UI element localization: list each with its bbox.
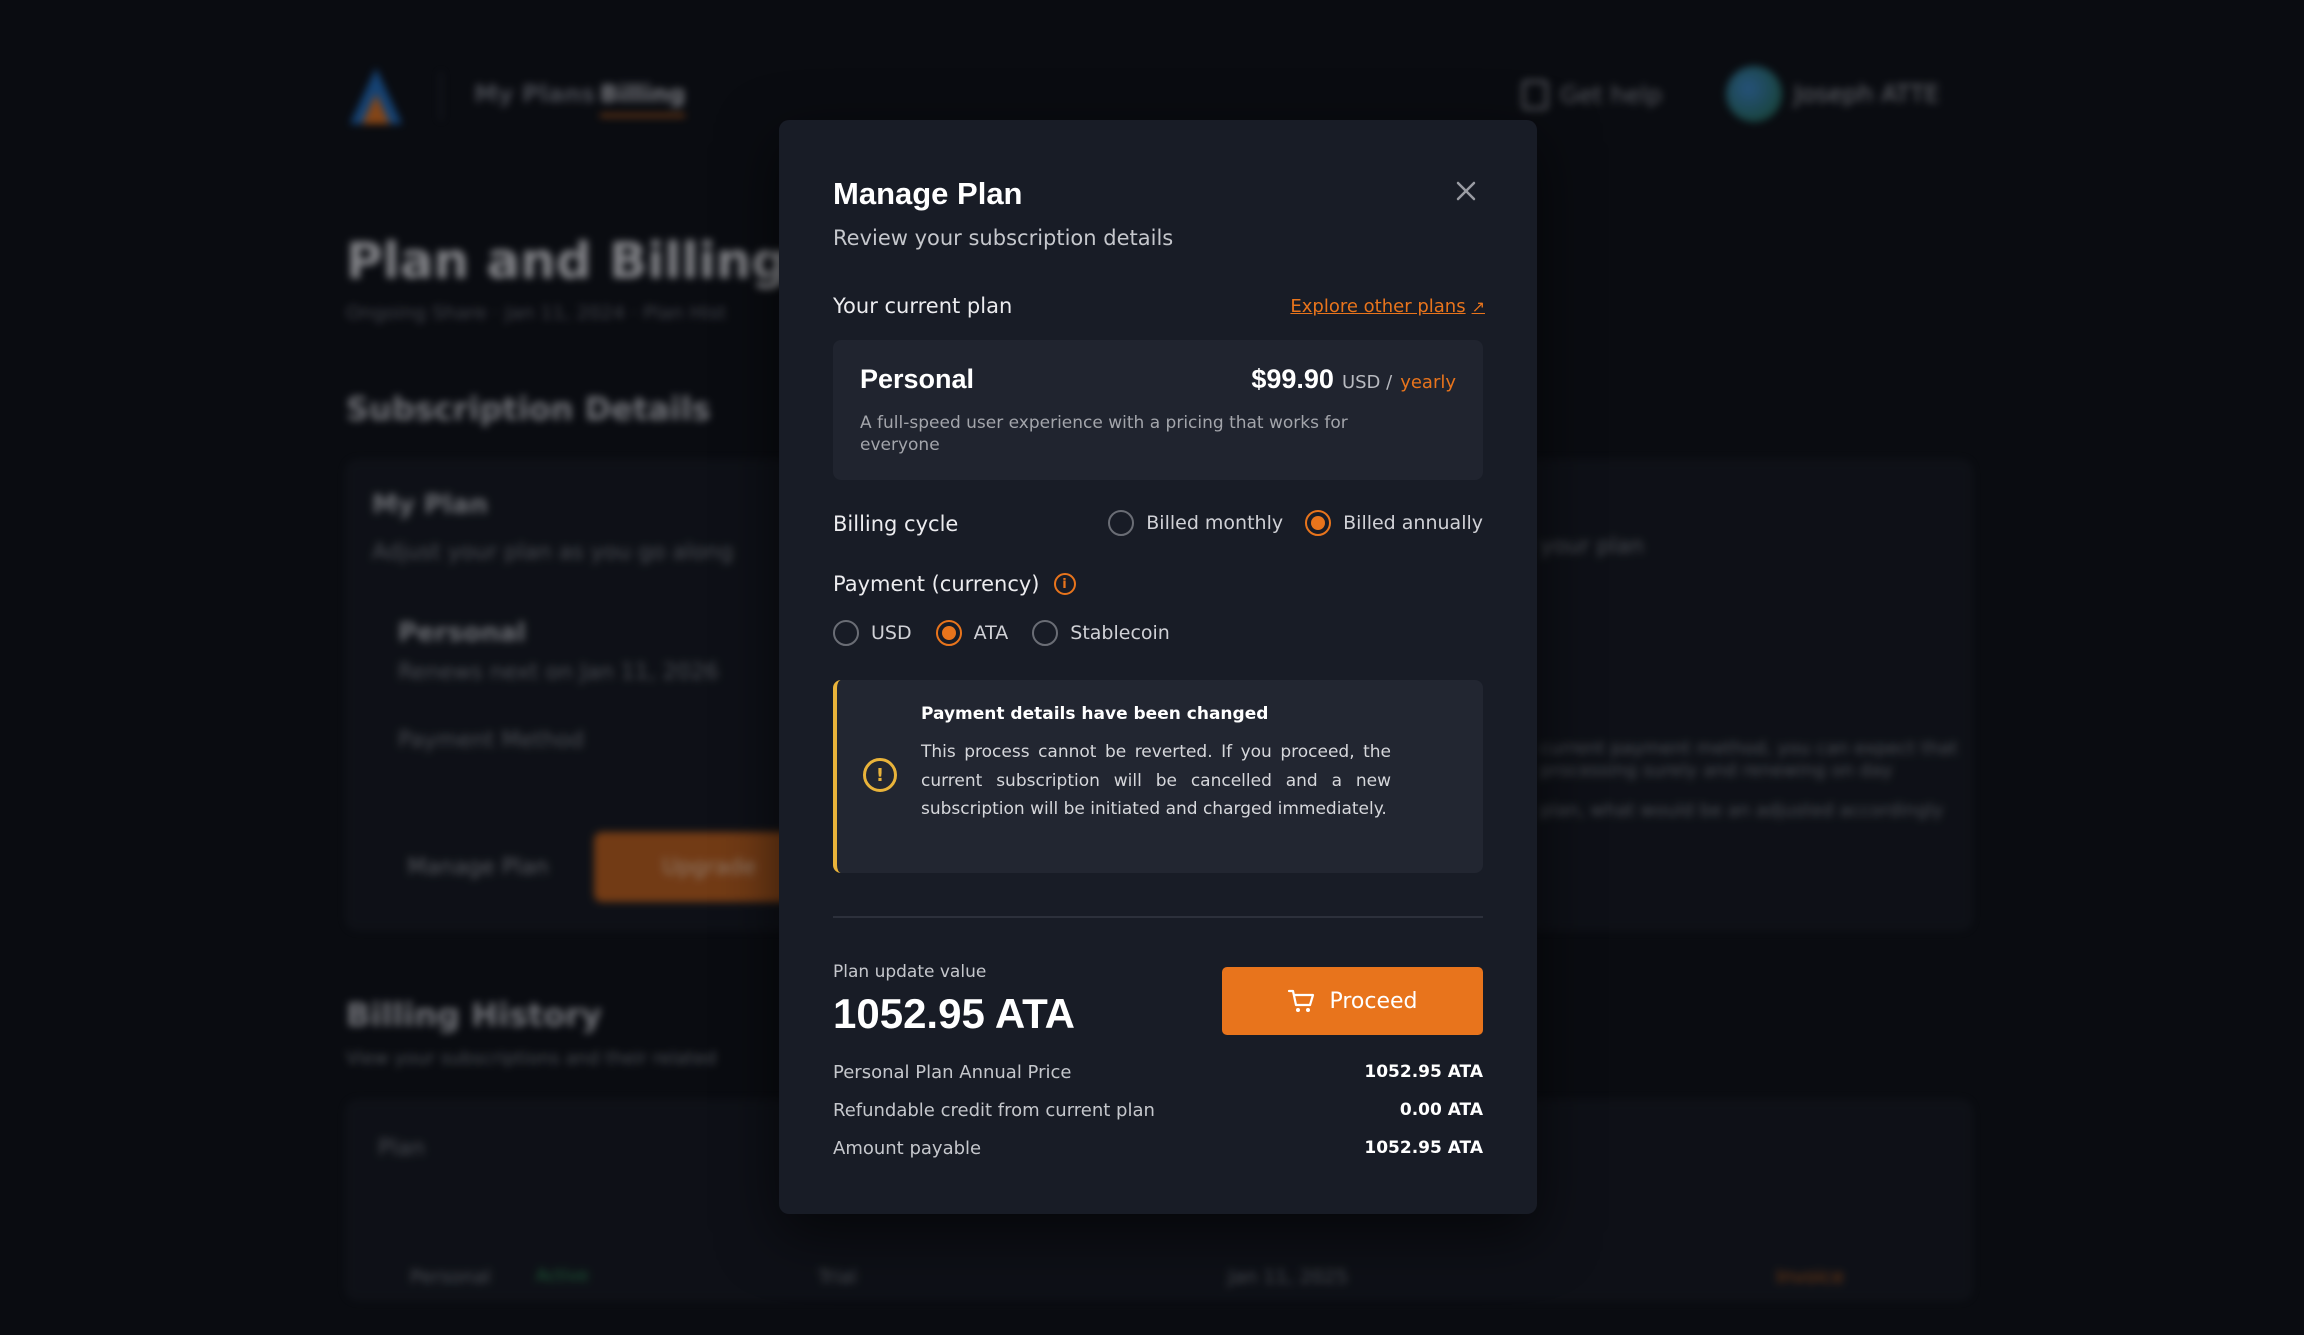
proceed-label: Proceed xyxy=(1329,988,1418,1014)
summary-row-annual-price: Personal Plan Annual Price 1052.95 ATA xyxy=(833,1062,1483,1083)
warning-icon: ! xyxy=(863,758,897,792)
get-help-link[interactable]: Get help xyxy=(1522,80,1662,110)
radio-selected-icon xyxy=(935,620,962,646)
billing-history-subtitle: View your subscriptions and their relate… xyxy=(346,1048,717,1069)
bg-plan-renew: Renews next on Jan 11, 2026 xyxy=(398,660,719,685)
cart-icon xyxy=(1288,989,1315,1012)
nav-link-my-plans[interactable]: My Plans xyxy=(474,80,595,108)
bg-plan-name: Personal xyxy=(398,618,526,648)
my-plan-title: My Plan xyxy=(372,490,488,520)
bg-payment-method: Payment Method xyxy=(398,728,584,753)
payment-currency-label: Payment (currency) xyxy=(833,572,1040,596)
plan-name: Personal xyxy=(860,364,975,394)
summary-label: Amount payable xyxy=(833,1138,982,1159)
modal-subtitle: Review your subscription details xyxy=(833,226,1174,250)
external-arrow-icon: ↗ xyxy=(1471,297,1485,316)
table-header-plan: Plan xyxy=(378,1136,425,1161)
current-plan-label: Your current plan xyxy=(833,294,1013,318)
radio-label: ATA xyxy=(973,622,1009,644)
summary-value: 0.00 ATA xyxy=(1399,1100,1483,1120)
explore-other-plans-link[interactable]: Explore other plans ↗ xyxy=(1290,296,1485,317)
radio-billed-annually[interactable]: Billed annually xyxy=(1305,510,1483,536)
table-cell-plan: Personal xyxy=(410,1266,491,1288)
divider xyxy=(833,916,1483,918)
modal-title: Manage Plan xyxy=(833,176,1023,211)
table-cell-invoice-link[interactable]: Invoice xyxy=(1776,1266,1844,1288)
explore-link-label: Explore other plans xyxy=(1290,296,1466,317)
radio-unselected-icon xyxy=(1032,620,1059,646)
radio-selected-icon xyxy=(1305,510,1332,536)
table-cell-type: Trial xyxy=(818,1266,857,1288)
summary-value: 1052.95 ATA xyxy=(1364,1062,1483,1082)
plan-price-period: yearly xyxy=(1400,372,1456,393)
subscription-heading: Subscription Details xyxy=(346,390,711,428)
bg-right-text-3: plan, what would be an adjusted accordin… xyxy=(1540,800,1944,821)
alert-title: Payment details have been changed xyxy=(921,704,1269,724)
nav-divider xyxy=(440,72,442,120)
my-plan-subtitle: Adjust your plan as you go along xyxy=(372,540,734,565)
radio-unselected-icon xyxy=(833,620,859,646)
alert-body: This process cannot be reverted. If you … xyxy=(921,742,1391,819)
status-badge: Active xyxy=(536,1266,589,1286)
billing-cycle-label: Billing cycle xyxy=(833,512,959,536)
summary-value: 1052.95 ATA xyxy=(1364,1138,1483,1158)
radio-billed-monthly[interactable]: Billed monthly xyxy=(1108,510,1283,536)
page-title: Plan and Billing xyxy=(346,232,788,290)
manage-plan-modal: Manage Plan Review your subscription det… xyxy=(779,120,1537,1214)
bg-right-note: your plan xyxy=(1540,534,1644,559)
app-logo-icon xyxy=(350,68,402,124)
currency-options: USD ATA Stablecoin xyxy=(833,620,1170,646)
radio-currency-stablecoin[interactable]: Stablecoin xyxy=(1032,620,1170,646)
radio-label: Billed annually xyxy=(1343,512,1483,534)
info-icon[interactable]: i xyxy=(1053,573,1076,595)
plan-update-label: Plan update value xyxy=(833,962,987,982)
payment-change-alert: ! Payment details have been changed This… xyxy=(833,680,1483,873)
radio-currency-ata[interactable]: ATA xyxy=(935,620,1009,646)
plan-price-amount: $99.90 xyxy=(1251,364,1334,394)
summary-row-amount-payable: Amount payable 1052.95 ATA xyxy=(833,1138,1483,1159)
user-menu[interactable]: Joseph ATTE xyxy=(1794,80,1940,108)
plan-description: A full-speed user experience with a pric… xyxy=(860,413,1348,455)
radio-currency-usd[interactable]: USD xyxy=(833,620,912,646)
table-cell-date: Jan 11, 2025 xyxy=(1228,1266,1348,1288)
document-icon xyxy=(1522,80,1548,110)
plan-price: $99.90 USD / yearly xyxy=(1251,364,1456,395)
bg-manage-plan-button[interactable]: Manage Plan xyxy=(398,832,558,902)
bg-right-text-2: processing surely and renewing on day xyxy=(1540,760,1893,781)
plan-price-currency: USD / xyxy=(1341,372,1393,393)
nav-link-billing[interactable]: Billing xyxy=(600,80,686,117)
radio-label: Stablecoin xyxy=(1070,622,1170,644)
radio-unselected-icon xyxy=(1108,510,1135,536)
radio-label: USD xyxy=(871,622,912,644)
bg-right-text-1: current payment method, you can expect t… xyxy=(1540,738,1958,759)
summary-label: Personal Plan Annual Price xyxy=(833,1062,1072,1083)
plan-update-value: 1052.95 ATA xyxy=(833,990,1076,1037)
current-plan-card: Personal $99.90 USD / yearly A full-spee… xyxy=(833,340,1483,480)
payment-currency-row: Payment (currency) i xyxy=(833,572,1076,596)
billing-cycle-options: Billed monthly Billed annually xyxy=(1108,510,1483,536)
summary-row-refundable-credit: Refundable credit from current plan 0.00… xyxy=(833,1100,1483,1121)
get-help-label: Get help xyxy=(1560,81,1663,109)
close-icon[interactable] xyxy=(1451,176,1481,206)
avatar[interactable] xyxy=(1726,66,1782,122)
summary-label: Refundable credit from current plan xyxy=(833,1100,1155,1121)
billing-history-heading: Billing History xyxy=(346,996,602,1034)
page-meta: Ongoing Share · Jan 11, 2024 · Plan Hist xyxy=(346,302,727,324)
proceed-button[interactable]: Proceed xyxy=(1222,967,1483,1035)
radio-label: Billed monthly xyxy=(1146,512,1284,534)
